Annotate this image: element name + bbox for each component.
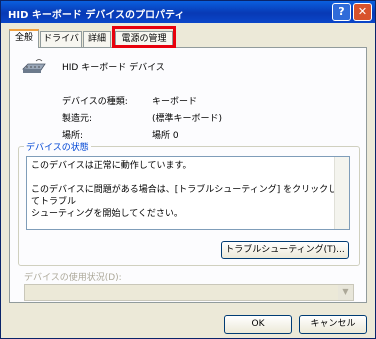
properties-dialog: HID キーボード デバイスのプロパティ ? ✕ 全般 ドライバ 詳細 電源の管… (0, 0, 376, 339)
tab-details[interactable]: 詳細 (83, 31, 111, 47)
location-value: 場所 0 (152, 131, 179, 141)
device-usage-select[interactable]: ▼ (24, 284, 354, 301)
ok-button[interactable]: OK (224, 315, 292, 334)
status-line-3: シューティングを開始してください。 (31, 209, 183, 219)
help-icon: ? (338, 5, 345, 18)
tab-general[interactable]: 全般 (9, 29, 39, 48)
close-button[interactable]: ✕ (353, 3, 372, 21)
tab-driver[interactable]: ドライバ (40, 31, 82, 47)
device-status-label: デバイスの状態 (24, 140, 91, 153)
manufacturer-label: 製造元: (62, 114, 93, 124)
window-title: HID キーボード デバイスのプロパティ (8, 10, 185, 21)
chevron-down-icon[interactable]: ▼ (338, 285, 353, 300)
status-line-1: このデバイスは正常に動作しています。 (31, 161, 192, 171)
general-tab-panel: HID キーボード デバイス デバイスの種類: キーボード 製造元: (標準キー… (9, 47, 367, 303)
device-type-value: キーボード (152, 97, 198, 107)
cancel-button[interactable]: キャンセル (299, 315, 367, 334)
troubleshoot-button[interactable]: トラブルシューティング(T)... (221, 241, 349, 259)
manufacturer-value: (標準キーボード) (152, 114, 223, 124)
status-scrollbar[interactable] (334, 157, 349, 229)
status-line-2: このデバイスに問題がある場合は、[トラブルシューティング] をクリックしてトラブ… (31, 185, 338, 207)
device-name: HID キーボード デバイス (62, 63, 165, 73)
close-icon: ✕ (357, 5, 368, 18)
status-text-box[interactable]: このデバイスは正常に動作しています。 このデバイスに問題がある場合は、[トラブル… (26, 156, 350, 230)
device-type-label: デバイスの種類: (62, 97, 128, 107)
highlight-box (112, 26, 176, 48)
help-button[interactable]: ? (332, 3, 351, 21)
keyboard-icon (22, 59, 46, 73)
device-usage-label: デバイスの使用状況(D): (24, 273, 122, 283)
title-bar[interactable]: HID キーボード デバイスのプロパティ ? ✕ (1, 1, 375, 23)
